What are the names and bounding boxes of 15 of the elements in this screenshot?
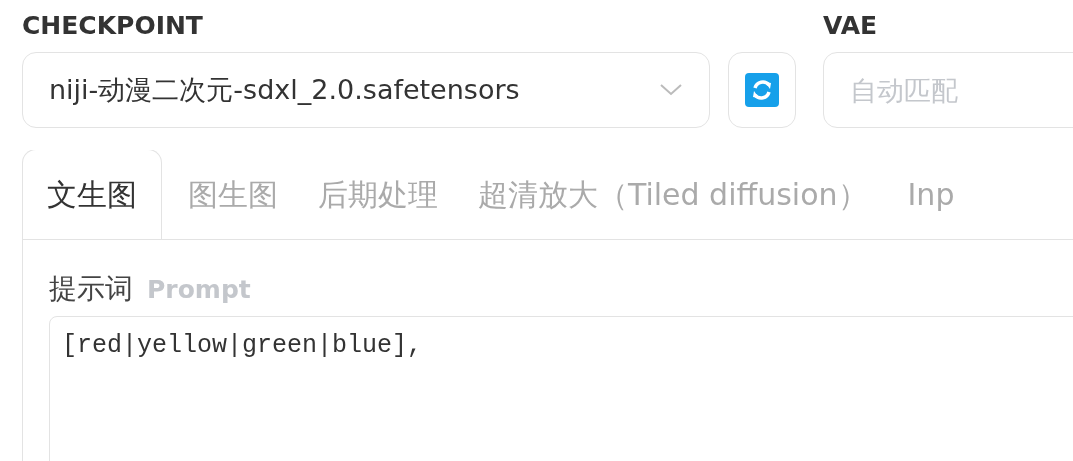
field-label: CHECKPOINT <box>22 10 204 42</box>
chevron-down-icon <box>659 83 683 97</box>
field-label: VAE <box>823 10 879 42</box>
refresh-icon <box>745 73 779 107</box>
tab[interactable]: 图生图 <box>174 150 292 239</box>
vae-field[interactable]: 自动匹配 <box>823 52 1073 128</box>
tab[interactable]: 文生图 <box>22 150 162 239</box>
prompt-hint: Prompt <box>147 274 251 306</box>
tab[interactable]: 超清放大（Tiled diffusion） <box>464 150 882 239</box>
tab[interactable]: Inp <box>893 150 969 239</box>
checkpoint-dropdown[interactable]: niji-动漫二次元-sdxl_2.0.safetensors <box>22 52 710 128</box>
refresh-button[interactable] <box>728 52 796 128</box>
tab[interactable]: 后期处理 <box>304 150 452 239</box>
prompt-label: 提示词 <box>49 271 133 307</box>
prompt-input[interactable]: [red|yellow|green|blue], <box>49 316 1073 461</box>
